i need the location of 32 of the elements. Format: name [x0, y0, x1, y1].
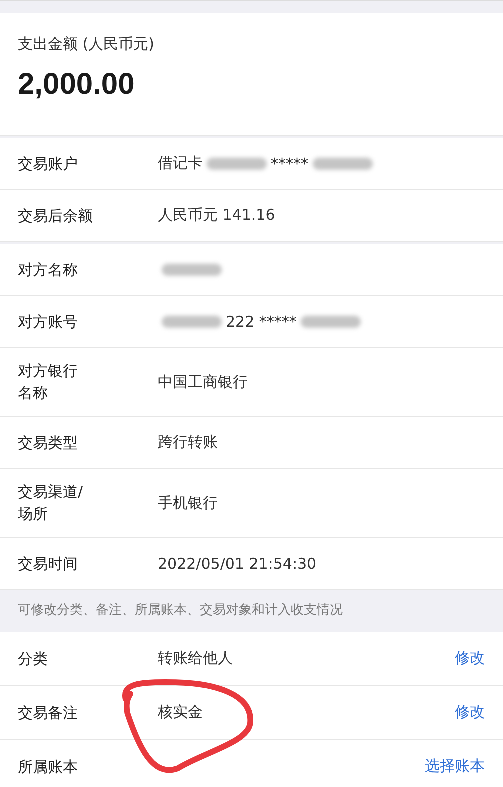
edit-link[interactable]: 选择账本 — [425, 757, 485, 776]
field-value: ***** — [271, 154, 308, 172]
field-value: 人民币元 141.16 — [158, 206, 276, 225]
field-value: 转账给他人 — [158, 649, 233, 668]
field-value: 222 ***** — [226, 312, 297, 330]
field-label: 交易时间 — [18, 554, 79, 574]
notice-text: 可修改分类、备注、所属账本、交易对象和计入收支情况 — [17, 602, 344, 620]
field-value: 借记卡 — [158, 154, 203, 173]
field-value: 核实金 — [158, 703, 203, 722]
redaction-blur — [162, 316, 222, 328]
field-label: 对方银行 名称 — [18, 361, 79, 404]
redaction-blur — [162, 264, 222, 276]
field-label: 对方账号 — [18, 312, 79, 332]
field-label: 交易后余额 — [18, 206, 94, 226]
field-value: 手机银行 — [158, 494, 218, 512]
field-label: 交易类型 — [18, 432, 79, 454]
field-value: 2022/05/01 21:54:30 — [158, 554, 317, 572]
amount-value: 2,000.00 — [18, 68, 136, 102]
field-value: 跨行转账 — [158, 433, 218, 452]
redaction-blur — [312, 158, 372, 170]
field-label: 所属账本 — [18, 756, 79, 778]
field-label: 交易备注 — [18, 702, 79, 724]
field-label: 分类 — [18, 648, 49, 670]
redaction-blur — [300, 316, 361, 328]
amount-label: 支出金额 (人民币元) — [18, 35, 156, 54]
field-label: 交易账户 — [18, 154, 79, 174]
field-value: 中国工商银行 — [158, 372, 248, 392]
redaction-blur — [207, 158, 267, 170]
field-label: 对方名称 — [18, 260, 79, 280]
edit-link[interactable]: 修改 — [455, 649, 485, 668]
edit-link[interactable]: 修改 — [455, 703, 485, 722]
field-label: 交易渠道/ 场所 — [18, 482, 84, 525]
